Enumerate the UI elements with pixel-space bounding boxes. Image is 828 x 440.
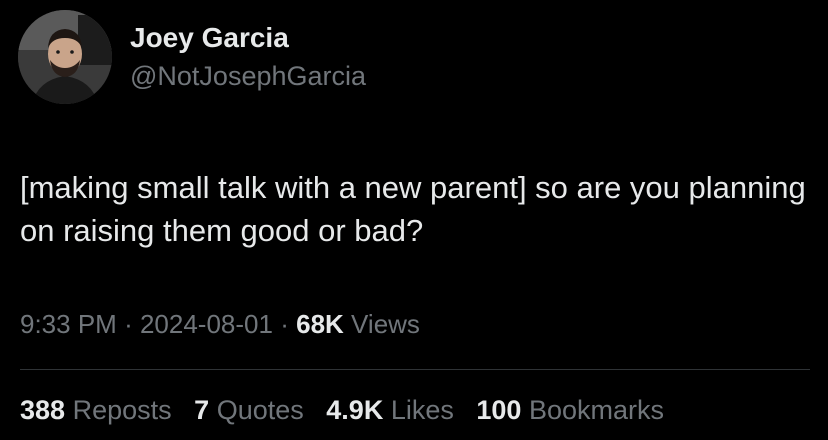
meta-separator: · [280,309,289,339]
divider [20,369,810,370]
tweet-text: [making small talk with a new parent] so… [20,170,806,248]
quotes-count: 7 [194,395,210,425]
profile-photo-icon [18,10,112,104]
reposts-stat[interactable]: 388 Reposts [20,395,172,425]
tweet-date[interactable]: 2024-08-01 [140,309,273,339]
user-handle[interactable]: @NotJosephGarcia [130,61,366,92]
bookmarks-label: Bookmarks [528,395,665,425]
bookmarks-stat[interactable]: 100 Bookmarks [476,395,664,425]
reposts-label: Reposts [72,395,172,425]
views-count: 68K [296,309,344,339]
meta-separator: · [124,309,133,339]
engagement-stats: 388 Reposts 7 Quotes 4.9K Likes 100 Book… [20,395,679,426]
avatar[interactable] [18,10,112,104]
likes-stat[interactable]: 4.9K Likes [326,395,454,425]
likes-count: 4.9K [326,395,384,425]
likes-label: Likes [390,395,454,425]
tweet-meta: 9:33 PM · 2024-08-01 · 68K Views [20,309,420,340]
views-label: Views [351,309,420,339]
quotes-label: Quotes [216,395,304,425]
bookmarks-count: 100 [476,395,522,425]
reposts-count: 388 [20,395,66,425]
display-name[interactable]: Joey Garcia [130,22,289,54]
tweet: Joey Garcia @NotJosephGarcia [making sma… [0,0,828,440]
quotes-stat[interactable]: 7 Quotes [194,395,304,425]
tweet-time[interactable]: 9:33 PM [20,309,117,339]
